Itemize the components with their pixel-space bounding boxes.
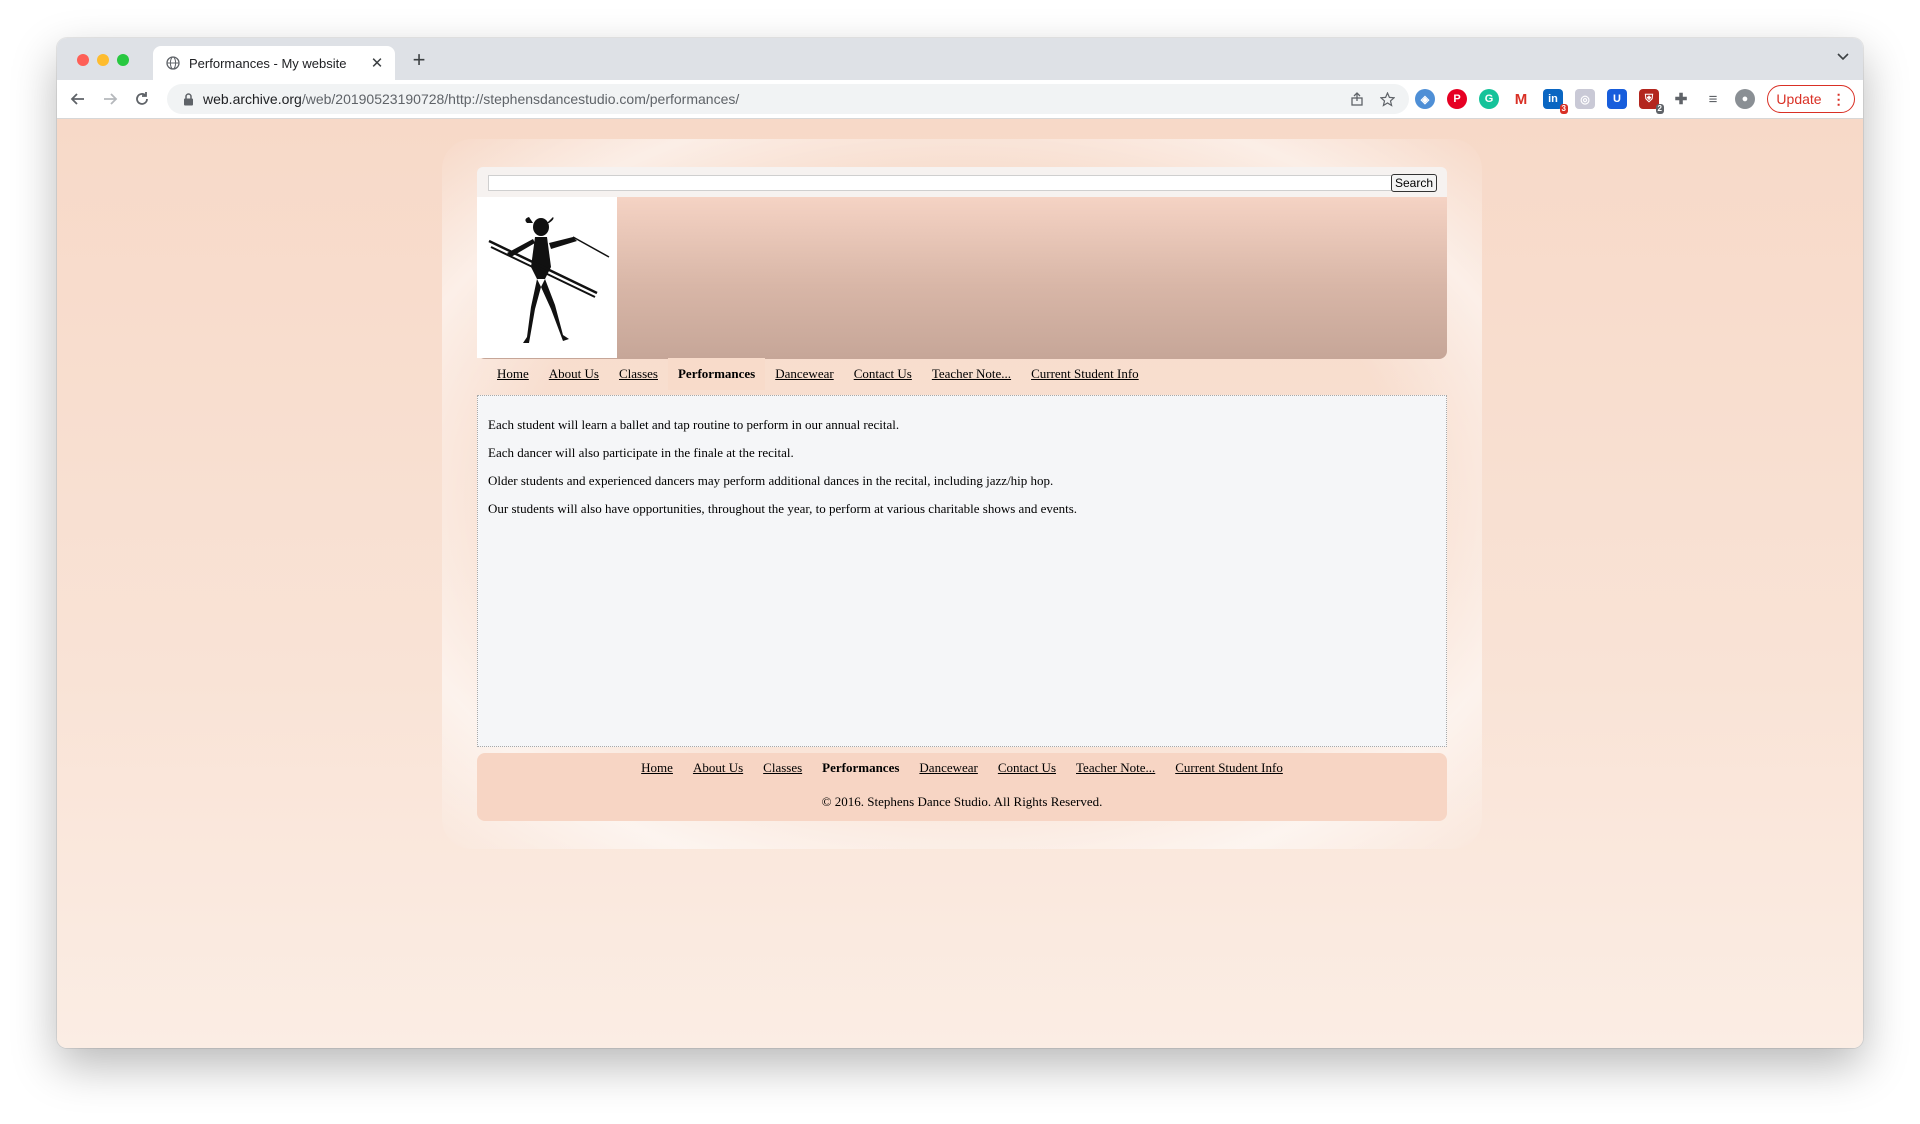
nav-dancewear[interactable]: Dancewear	[765, 358, 843, 390]
shield-badge: 2	[1655, 104, 1664, 114]
extensions-row: ◈ P G M in 3 ◎ U ⛨ 2 ✚ ≡ ●	[1415, 89, 1755, 114]
footer-nav-performances[interactable]: Performances	[822, 760, 899, 776]
maximize-window-button[interactable]	[117, 54, 129, 66]
pinterest-extension-icon[interactable]: P	[1447, 89, 1467, 109]
search-button[interactable]: Search	[1391, 174, 1437, 192]
shield-extension-icon[interactable]: ⛨ 2	[1639, 89, 1664, 114]
grammarly-extension-icon[interactable]: G	[1479, 89, 1499, 109]
footer-nav-dancewear[interactable]: Dancewear	[919, 760, 977, 776]
footer-nav-teacher-note[interactable]: Teacher Note...	[1076, 760, 1155, 776]
lock-icon[interactable]	[181, 92, 195, 106]
browser-toolbar: web.archive.org/web/20190523190728/http:…	[57, 80, 1863, 119]
puzzle-extensions-icon[interactable]: ✚	[1671, 89, 1691, 109]
nav-contact-us[interactable]: Contact Us	[844, 358, 922, 390]
nav-current-student-info[interactable]: Current Student Info	[1021, 358, 1149, 390]
nav-performances[interactable]: Performances	[667, 358, 766, 390]
more-menu-icon[interactable]: ⋮	[1832, 91, 1846, 108]
content-paragraph: Older students and experienced dancers m…	[488, 473, 1054, 488]
new-tab-button[interactable]: +	[407, 48, 431, 72]
address-bar[interactable]: web.archive.org/web/20190523190728/http:…	[167, 84, 1409, 114]
content-paragraph: Each dancer will also participate in the…	[488, 445, 794, 460]
circle-extension-icon[interactable]: ◎	[1575, 89, 1595, 109]
reload-icon[interactable]	[131, 88, 153, 110]
profile-avatar[interactable]: ●	[1735, 89, 1755, 109]
site-footer: Home About Us Classes Performances Dance…	[477, 753, 1447, 821]
tab-search-chevron-icon[interactable]	[1837, 50, 1849, 64]
search-bar: Search	[477, 167, 1447, 197]
footer-nav-contact-us[interactable]: Contact Us	[998, 760, 1056, 776]
bitwarden-extension-icon[interactable]: U	[1607, 89, 1627, 109]
dancer-logo	[477, 197, 617, 358]
site-container: Search Home About Us Classes Performance…	[477, 167, 1447, 821]
gmail-extension-icon[interactable]: M	[1511, 89, 1531, 109]
linkedin-badge: 3	[1559, 104, 1568, 114]
nav-home[interactable]: Home	[487, 358, 539, 390]
main-nav: Home About Us Classes Performances Dance…	[477, 358, 1149, 390]
forward-arrow-icon[interactable]	[99, 88, 121, 110]
update-button[interactable]: Update ⋮	[1767, 85, 1855, 113]
footer-nav-current-student-info[interactable]: Current Student Info	[1175, 760, 1283, 776]
nav-teacher-note[interactable]: Teacher Note...	[922, 358, 1021, 390]
site-header: Home About Us Classes Performances Dance…	[477, 197, 1447, 390]
linkedin-extension-icon[interactable]: in 3	[1543, 89, 1568, 114]
globe-icon	[165, 55, 181, 71]
content-paragraph: Our students will also have opportunitie…	[488, 501, 1078, 516]
share-icon[interactable]	[1349, 91, 1365, 107]
tab-strip: Performances - My website ✕ +	[57, 38, 1863, 80]
tab-title: Performances - My website	[189, 55, 347, 71]
nav-about-us[interactable]: About Us	[539, 358, 609, 390]
footer-nav-classes[interactable]: Classes	[763, 760, 802, 776]
back-arrow-icon[interactable]	[67, 88, 89, 110]
reading-list-icon[interactable]: ≡	[1703, 89, 1723, 109]
url-path: /web/20190523190728/http://stephensdance…	[301, 91, 740, 107]
browser-tab[interactable]: Performances - My website ✕	[153, 46, 395, 80]
footer-nav-about-us[interactable]: About Us	[693, 760, 743, 776]
footer-nav-home[interactable]: Home	[641, 760, 673, 776]
footer-nav: Home About Us Classes Performances Dance…	[477, 753, 1447, 776]
browser-window: Performances - My website ✕ + web.archiv…	[57, 38, 1863, 1048]
minimize-window-button[interactable]	[97, 54, 109, 66]
compass-extension-icon[interactable]: ◈	[1415, 89, 1435, 109]
bookmark-star-icon[interactable]	[1379, 91, 1395, 107]
tab-close-icon[interactable]: ✕	[369, 54, 385, 72]
page-viewport: Search Home About Us Classes Performance…	[57, 119, 1863, 1048]
close-window-button[interactable]	[77, 54, 89, 66]
main-content: Each student will learn a ballet and tap…	[477, 395, 1447, 747]
url-host: web.archive.org	[203, 91, 302, 107]
search-input[interactable]	[488, 175, 1394, 191]
update-label: Update	[1776, 91, 1822, 107]
content-paragraph: Each student will learn a ballet and tap…	[488, 417, 900, 432]
nav-classes[interactable]: Classes	[609, 358, 668, 390]
copyright-text: © 2016. Stephens Dance Studio. All Right…	[821, 794, 1103, 809]
url-text: web.archive.org/web/20190523190728/http:…	[203, 91, 739, 107]
